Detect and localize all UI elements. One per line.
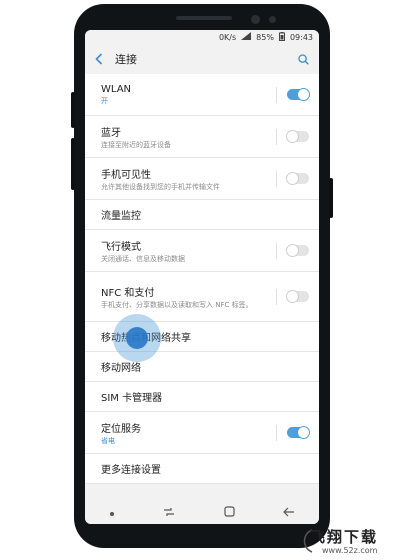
data-usage-item[interactable]: 流量监控 (85, 200, 319, 230)
status-bar: 0K/s 85% 09:43 (85, 30, 319, 44)
location-title: 定位服务 (101, 423, 141, 435)
signal-icon (241, 32, 252, 42)
nfc-payment-subtitle: 手机支付、分享数据以及读取和写入 NFC 标签。 (101, 300, 253, 309)
phone-visibility-subtitle: 允许其他设备找到您的手机并传输文件 (101, 182, 220, 191)
earpiece-speaker (176, 16, 232, 20)
bluetooth-subtitle: 连接至附近的蓝牙设备 (101, 140, 171, 149)
wlan-toggle[interactable] (287, 88, 310, 101)
bluetooth-title: 蓝牙 (101, 127, 121, 139)
airplane-mode-title: 飞行模式 (101, 241, 141, 253)
airplane-mode-toggle[interactable] (286, 244, 309, 257)
wlan-item[interactable]: WLAN 开 (85, 74, 319, 116)
bluetooth-toggle[interactable] (286, 130, 309, 143)
back-arrow-icon[interactable] (95, 50, 103, 69)
app-header: 连接 (85, 44, 319, 74)
divider (276, 170, 277, 187)
power-key (329, 178, 333, 218)
watermark: 飞翔下载 www.52z.com (300, 526, 396, 556)
location-item[interactable]: 定位服务 省电 (85, 412, 319, 454)
page-title: 连接 (115, 53, 137, 66)
phone-visibility-title: 手机可见性 (101, 169, 151, 181)
sim-manager-item[interactable]: SIM 卡管理器 (85, 382, 319, 412)
divider (276, 128, 277, 145)
volume-down-key (71, 138, 75, 190)
network-speed: 0K/s (218, 32, 237, 42)
phone-visibility-item[interactable]: 手机可见性 允许其他设备找到您的手机并传输文件 (85, 158, 319, 200)
volume-up-key (71, 92, 75, 128)
settings-list: WLAN 开 蓝牙 连接至附近的蓝牙设备 手机可见性 允许其他设备找到您的手机并… (85, 74, 319, 484)
wlan-title: WLAN (101, 83, 132, 95)
home-icon[interactable] (224, 502, 235, 521)
more-connection-settings-title: 更多连接设置 (101, 465, 161, 476)
divider (276, 86, 277, 103)
phone-screen: 0K/s 85% 09:43 连接 WLAN 开 蓝牙 连接至附近的蓝牙设备 手… (85, 30, 319, 524)
divider (276, 424, 277, 441)
proximity-sensor (269, 16, 276, 23)
airplane-mode-item[interactable]: 飞行模式 关闭通话、信息及移动数据 (85, 230, 319, 272)
back-icon[interactable] (283, 502, 295, 521)
search-icon[interactable] (298, 50, 309, 69)
phone-visibility-toggle[interactable] (286, 172, 309, 185)
more-connection-settings-item[interactable]: 更多连接设置 (85, 454, 319, 484)
navigation-bar (85, 498, 319, 524)
airplane-mode-subtitle: 关闭通话、信息及移动数据 (101, 254, 185, 263)
nfc-payment-item[interactable]: NFC 和支付 手机支付、分享数据以及读取和写入 NFC 标签。 (85, 272, 319, 322)
divider (276, 288, 277, 305)
tap-indicator-core (126, 327, 148, 349)
nav-dot-icon (109, 502, 115, 521)
battery-percent: 85% (256, 32, 274, 42)
clock: 09:43 (289, 32, 313, 42)
recent-apps-icon[interactable] (163, 502, 175, 521)
nfc-payment-toggle[interactable] (286, 290, 309, 303)
nfc-payment-title: NFC 和支付 (101, 287, 155, 299)
front-camera (251, 15, 260, 24)
battery-icon (278, 31, 285, 43)
tap-indicator (113, 314, 161, 362)
wlan-status: 开 (101, 96, 108, 105)
watermark-name: 飞翔下载 (310, 528, 379, 546)
location-subtitle: 省电 (101, 436, 115, 445)
sim-manager-title: SIM 卡管理器 (101, 393, 163, 404)
bluetooth-item[interactable]: 蓝牙 连接至附近的蓝牙设备 (85, 116, 319, 158)
mobile-network-item[interactable]: 移动网络 (85, 352, 319, 382)
watermark-url: www.52z.com (322, 546, 378, 555)
data-usage-title: 流量监控 (101, 211, 141, 222)
location-toggle[interactable] (287, 426, 310, 439)
divider (276, 242, 277, 259)
